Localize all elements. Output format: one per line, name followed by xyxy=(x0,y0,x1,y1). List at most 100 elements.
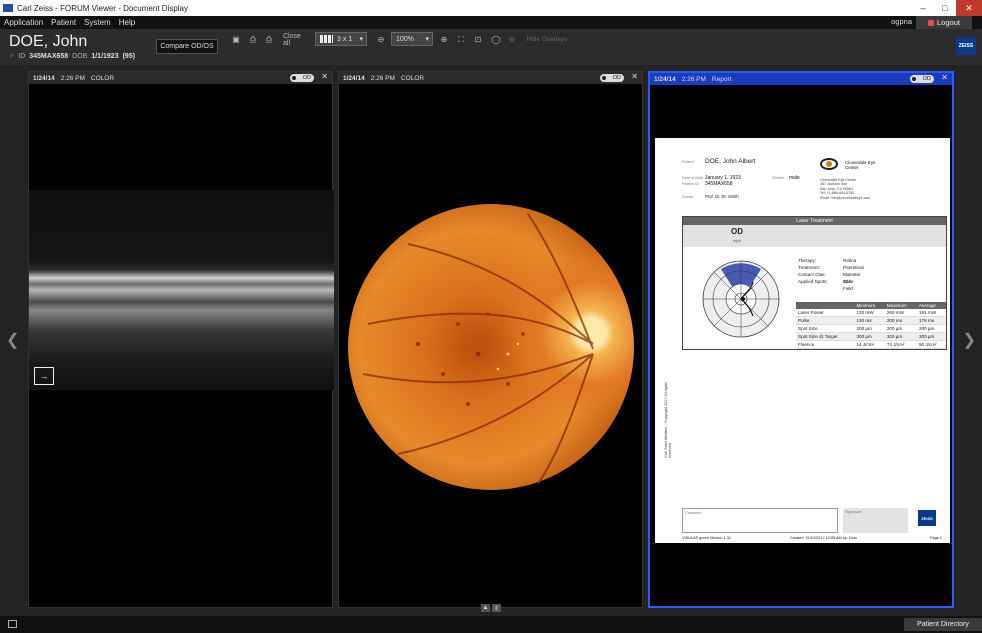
panel-date: 1/24/14 xyxy=(33,74,55,82)
table-cell: 200 µm xyxy=(916,324,946,333)
panel-header: 1/24/14 2:26 PM Report OD ✕ xyxy=(650,73,952,85)
clinic-eye-logo xyxy=(820,158,838,170)
report-gender-label: Gender xyxy=(772,176,785,180)
panel-header: 1/24/14 2:26 PM COLOR OD ✕ xyxy=(29,72,332,84)
clinic-address: Cloverdale Eye Center 467 Jackson Ave Sa… xyxy=(820,178,870,200)
table-cell: Fluence xyxy=(796,340,855,349)
patient-directory-button[interactable]: Patient Directory xyxy=(904,618,982,631)
gender-icon: ♂ xyxy=(9,53,15,60)
panel-close-button[interactable]: ✕ xyxy=(941,73,948,82)
zoom-value: 100% xyxy=(396,35,414,43)
table-cell: Laser Power xyxy=(796,309,855,317)
comment-label: Comment: xyxy=(685,511,703,515)
report-panel[interactable]: 1/24/14 2:26 PM Report OD ✕ Patient DOE,… xyxy=(648,71,954,608)
window-titlebar: Carl Zeiss - FORUM Viewer - Document Dis… xyxy=(0,0,982,16)
patient-name: DOE, John xyxy=(9,33,88,50)
window-close-button[interactable]: ✕ xyxy=(956,0,982,16)
oct-scan-image[interactable] xyxy=(29,190,334,390)
fit-icon[interactable]: ⛶ xyxy=(454,33,468,46)
close-all-button[interactable]: Close all xyxy=(283,33,309,47)
previous-arrow-icon[interactable]: ❮ xyxy=(6,330,19,350)
app-icon xyxy=(3,4,13,12)
menu-system[interactable]: System xyxy=(80,18,115,27)
report-eye-sub: right xyxy=(733,238,741,243)
bookmark-star-icon[interactable]: ☆ xyxy=(505,33,519,46)
column-header: Maximum xyxy=(884,302,917,309)
chevron-down-icon: ▾ xyxy=(425,36,429,43)
report-id: 345MAX658 xyxy=(705,181,733,187)
fundus-image[interactable] xyxy=(348,204,634,490)
retina-treatment-diagram xyxy=(702,260,780,338)
table-cell: 50 J/cm² xyxy=(916,340,946,349)
window-controls: – □ ✕ xyxy=(912,0,982,16)
eye-toggle[interactable]: OD xyxy=(290,74,314,82)
param-key: Applied Spots: xyxy=(798,279,828,284)
zeiss-logo: ZEISS xyxy=(956,37,976,55)
zoom-in-icon[interactable]: ⊕ xyxy=(437,33,451,46)
table-cell: Spot Size @ Target xyxy=(796,332,855,341)
annotation-icon[interactable]: ◯ xyxy=(489,33,503,46)
report-document[interactable]: Patient DOE, John Albert Date of Birth J… xyxy=(655,138,950,543)
table-row: Pulse 130 ms 200 ms 178 ms xyxy=(796,316,946,325)
menu-help[interactable]: Help xyxy=(115,18,139,27)
print-preview-icon[interactable]: ⎙ xyxy=(246,33,260,46)
panel-type: COLOR xyxy=(400,74,425,82)
report-patient-name: DOE, John Albert xyxy=(705,158,756,165)
layout-select[interactable]: 3 x 1 ▾ xyxy=(315,32,367,46)
table-cell: Pulse xyxy=(796,316,855,325)
fundus-panel[interactable]: 1/24/14 2:26 PM COLOR OD ✕ xyxy=(338,71,643,608)
table-cell: 300 µm xyxy=(854,332,885,341)
laser-treatment-title: Laser Treatment xyxy=(683,217,946,225)
zoom-select[interactable]: 100% ▾ xyxy=(391,32,433,46)
param-value: 124 xyxy=(843,279,851,284)
table-cell: 260 mW xyxy=(884,309,917,317)
report-doctor-label: Doctor xyxy=(682,195,694,199)
eye-toggle[interactable]: OD xyxy=(600,74,624,82)
treatment-params: Therapy: Retina Treatment: Panretinal Co… xyxy=(798,257,864,291)
actual-size-icon[interactable]: ⊡ xyxy=(471,33,485,46)
next-arrow-icon[interactable]: ❯ xyxy=(963,330,976,350)
layout-icon xyxy=(320,35,333,43)
panel-scroll-controls: ▲ ⇕ xyxy=(481,604,501,612)
window-title: Carl Zeiss - FORUM Viewer - Document Dis… xyxy=(17,3,188,13)
minimize-button[interactable]: – xyxy=(912,0,934,16)
logout-label: Logout xyxy=(937,18,960,27)
eye-toggle[interactable]: OD xyxy=(910,75,934,83)
report-gender: male xyxy=(789,175,800,181)
report-patient-label: Patient xyxy=(682,160,694,164)
table-row: Spot Size 200 µm 200 µm 200 µm xyxy=(796,324,946,333)
document-workspace: ❮ ❯ 1/24/14 2:26 PM COLOR OD ✕ → 1/24/14… xyxy=(0,65,982,616)
menu-patient[interactable]: Patient xyxy=(47,18,80,27)
eye-header: OD right xyxy=(683,225,946,247)
table-row: Fluence 14 J/cm² 74 J/cm² 50 J/cm² xyxy=(796,340,946,349)
compare-od-os-button[interactable]: Compare OD/OS xyxy=(156,39,218,54)
menu-application[interactable]: Application xyxy=(0,18,47,27)
scroll-both-icon[interactable]: ⇕ xyxy=(492,604,501,612)
panel-date: 1/24/14 xyxy=(343,74,365,82)
hide-overlays-button[interactable]: Hide Overlays xyxy=(524,33,570,46)
copyright-text: Carl Zeiss Meditec - Copyright 2017 All … xyxy=(664,382,672,458)
table-cell: 178 ms xyxy=(916,316,946,325)
id-label: ID xyxy=(18,53,26,60)
scan-direction-arrow-icon[interactable]: → xyxy=(34,367,54,385)
maximize-button[interactable]: □ xyxy=(934,0,956,16)
scroll-up-icon[interactable]: ▲ xyxy=(481,604,490,612)
report-dob-label: Date of Birth xyxy=(682,176,704,180)
table-cell: 74 J/cm² xyxy=(884,340,917,349)
oct-panel[interactable]: 1/24/14 2:26 PM COLOR OD ✕ → xyxy=(28,71,334,608)
table-cell: 300 µm xyxy=(884,332,917,341)
panel-close-button[interactable]: ✕ xyxy=(631,72,638,81)
table-cell: 130 mW xyxy=(854,309,885,317)
report-footer-created: Created: 01/01/2017 10:05 AM by: Dom xyxy=(790,536,857,540)
logout-button[interactable]: Logout xyxy=(916,16,972,29)
zoom-out-icon[interactable]: ⊖ xyxy=(374,33,388,46)
save-icon[interactable]: ▣ xyxy=(229,33,243,46)
panel-close-button[interactable]: ✕ xyxy=(321,72,328,81)
panel-type: COLOR xyxy=(90,74,115,82)
print-icon[interactable]: ⎙ xyxy=(262,33,276,46)
current-user: ogpna xyxy=(891,17,912,26)
window-mode-icon[interactable] xyxy=(8,620,17,628)
patient-age: (95) xyxy=(122,53,136,60)
column-header: Average xyxy=(916,302,946,309)
report-doctor: Prof. Dr. Dr. Smith xyxy=(705,194,739,199)
